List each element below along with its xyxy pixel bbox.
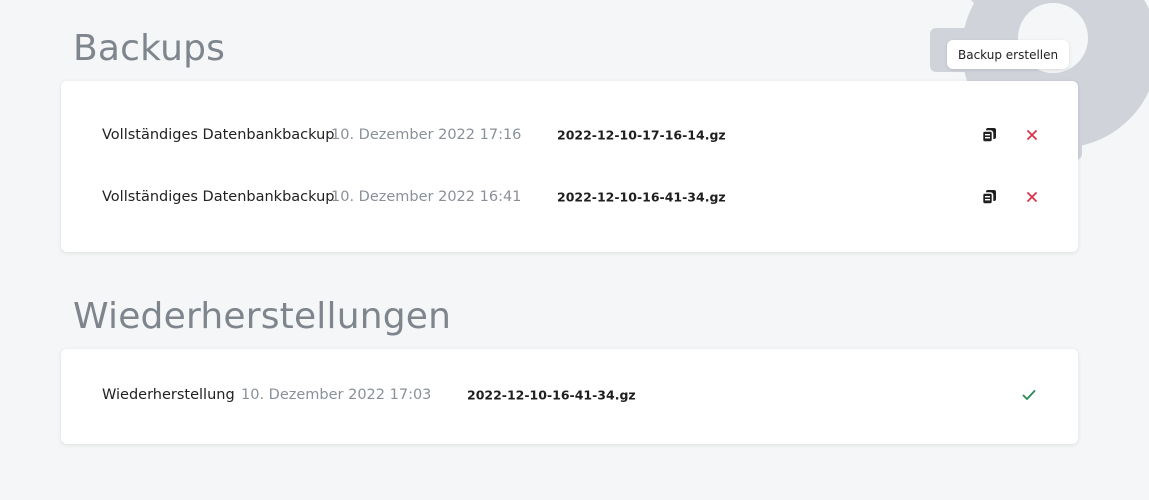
backup-filename: 2022-12-10-16-41-34.gz [557, 189, 726, 205]
backup-date: 10. Dezember 2022 16:41 [331, 189, 522, 205]
create-backup-button[interactable]: Backup erstellen [947, 40, 1070, 69]
restore-type: Wiederherstellung [102, 387, 235, 403]
backups-title: Backups [73, 28, 226, 69]
restore-row: Wiederherstellung 10. Dezember 2022 17:0… [61, 380, 1078, 410]
backup-type: Vollständiges Datenbankbackup [102, 189, 335, 205]
restore-date: 10. Dezember 2022 17:03 [241, 387, 432, 403]
backups-card: Vollständiges Datenbankbackup 10. Dezemb… [61, 81, 1078, 252]
backup-date: 10. Dezember 2022 17:16 [331, 127, 522, 143]
checkmark-icon [1019, 385, 1039, 405]
backup-row: Vollständiges Datenbankbackup 10. Dezemb… [61, 120, 1078, 150]
close-icon[interactable] [1022, 187, 1042, 207]
copy-icon[interactable] [979, 125, 999, 145]
restores-card: Wiederherstellung 10. Dezember 2022 17:0… [61, 349, 1078, 444]
backup-filename: 2022-12-10-17-16-14.gz [557, 127, 726, 143]
copy-icon[interactable] [979, 187, 999, 207]
close-icon[interactable] [1022, 125, 1042, 145]
backup-row: Vollständiges Datenbankbackup 10. Dezemb… [61, 182, 1078, 212]
restore-filename: 2022-12-10-16-41-34.gz [467, 387, 636, 403]
restores-title: Wiederherstellungen [73, 296, 452, 337]
backup-type: Vollständiges Datenbankbackup [102, 127, 335, 143]
